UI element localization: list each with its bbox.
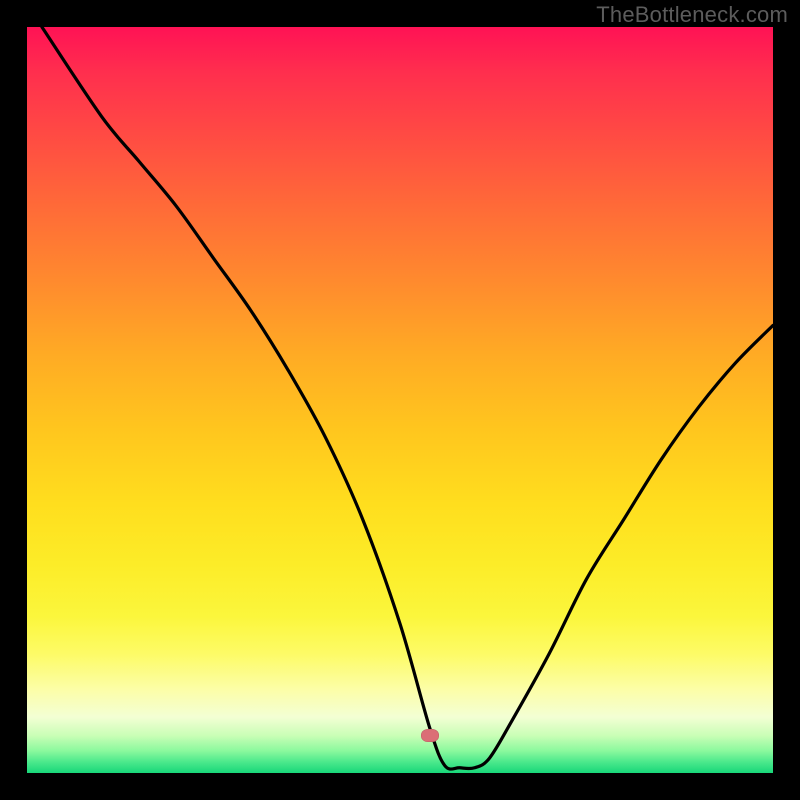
optimal-point-marker bbox=[421, 729, 439, 742]
curve-layer bbox=[27, 27, 773, 773]
chart-frame: TheBottleneck.com bbox=[0, 0, 800, 800]
bottleneck-curve bbox=[42, 27, 773, 769]
watermark-text: TheBottleneck.com bbox=[596, 2, 788, 28]
plot-area bbox=[27, 27, 773, 773]
